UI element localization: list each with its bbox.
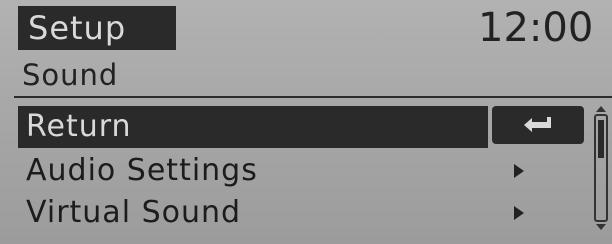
return-button[interactable]	[492, 106, 584, 144]
menu-item-return[interactable]: Return	[18, 106, 488, 148]
scroll-thumb[interactable]	[598, 120, 604, 158]
screen-title: Setup	[18, 6, 176, 50]
scroll-down-icon[interactable]	[596, 224, 606, 230]
section-title: Sound	[22, 58, 119, 92]
clock-display: 12:00	[478, 5, 594, 51]
menu-item-label: Return	[26, 109, 132, 144]
menu-item-audio-settings[interactable]: Audio Settings	[18, 150, 578, 192]
scrollbar[interactable]	[594, 114, 608, 222]
chevron-right-icon	[514, 206, 524, 220]
menu-item-virtual-sound[interactable]: Virtual Sound	[18, 192, 578, 234]
scroll-up-icon[interactable]	[596, 106, 606, 112]
return-arrow-icon	[524, 117, 551, 132]
header-divider	[14, 96, 612, 98]
display-screen: Setup 12:00 Sound Return Audio Settings …	[0, 0, 612, 244]
menu-item-label: Audio Settings	[26, 153, 258, 188]
menu-item-label: Virtual Sound	[26, 195, 242, 230]
chevron-right-icon	[514, 164, 524, 178]
